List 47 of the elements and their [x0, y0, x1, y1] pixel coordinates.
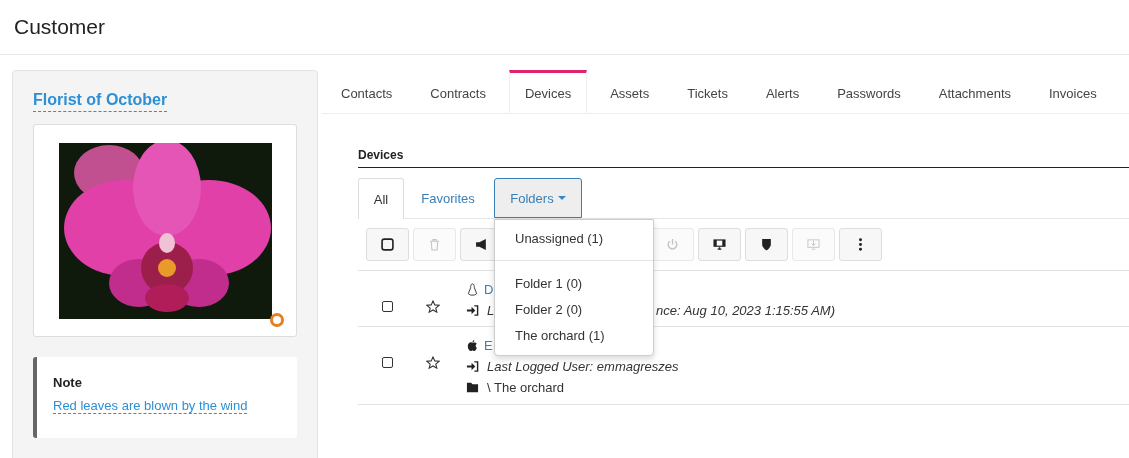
tab[interactable]: Passwords — [822, 70, 916, 113]
row-checkbox[interactable] — [382, 301, 393, 312]
filter-tab[interactable]: Favorites — [404, 178, 492, 218]
device-detail: nce: Aug 10, 2023 1:15:55 AM) — [656, 302, 835, 318]
device-detail: L — [487, 302, 495, 318]
device-name-link[interactable]: E — [484, 337, 493, 353]
caret-icon — [557, 196, 566, 200]
menu-item[interactable]: Folder 2 (0) — [495, 297, 653, 323]
device-detail: Last Logged User: emmagreszes — [487, 358, 679, 374]
monitor-download-icon — [807, 238, 820, 251]
star-icon[interactable] — [425, 300, 440, 314]
star-icon[interactable] — [425, 356, 440, 370]
monitor-question-icon — [713, 238, 726, 251]
tab[interactable]: Attachments — [923, 70, 1026, 113]
menu-item[interactable]: The orchard (1) — [495, 323, 653, 349]
row-checkbox[interactable] — [382, 357, 393, 368]
page-title: Customer — [14, 15, 106, 39]
menu-item[interactable]: Folder 1 (0) — [495, 269, 653, 297]
shield-icon — [760, 238, 773, 251]
apple-icon — [466, 338, 479, 352]
menu-item[interactable]: Unassigned (1) — [495, 226, 653, 252]
sign-in-icon — [466, 359, 479, 373]
device-detail: \ The orchard — [487, 379, 565, 395]
sign-in-icon — [466, 303, 479, 317]
tab[interactable]: Invoices — [1034, 70, 1112, 113]
tab[interactable]: Tickets — [672, 70, 743, 113]
shield-button[interactable] — [745, 228, 788, 261]
note-heading: Note — [53, 375, 83, 390]
tab[interactable]: Contracts — [415, 70, 501, 113]
megaphone-icon — [475, 238, 488, 251]
tab[interactable]: Assets — [595, 70, 665, 113]
device-name-link[interactable]: D — [484, 281, 494, 297]
status-ring — [270, 313, 284, 327]
trash-icon — [428, 238, 441, 251]
power-icon — [666, 238, 679, 251]
checkbox-icon — [381, 238, 394, 251]
tab[interactable]: Devices — [508, 70, 588, 113]
penguin-icon — [466, 282, 479, 296]
folder-icon — [466, 380, 479, 394]
note-link[interactable]: Red leaves are blown by the wind — [53, 398, 248, 414]
checkbox-button[interactable] — [366, 228, 409, 261]
folders-dropdown[interactable]: Folders — [494, 178, 582, 218]
tab[interactable]: Alerts — [750, 70, 815, 113]
monitor-question-button[interactable] — [698, 228, 741, 261]
section-title: Devices — [358, 148, 1129, 168]
filter-tab[interactable]: All — [358, 178, 404, 219]
tab[interactable]: Contacts — [326, 70, 408, 113]
